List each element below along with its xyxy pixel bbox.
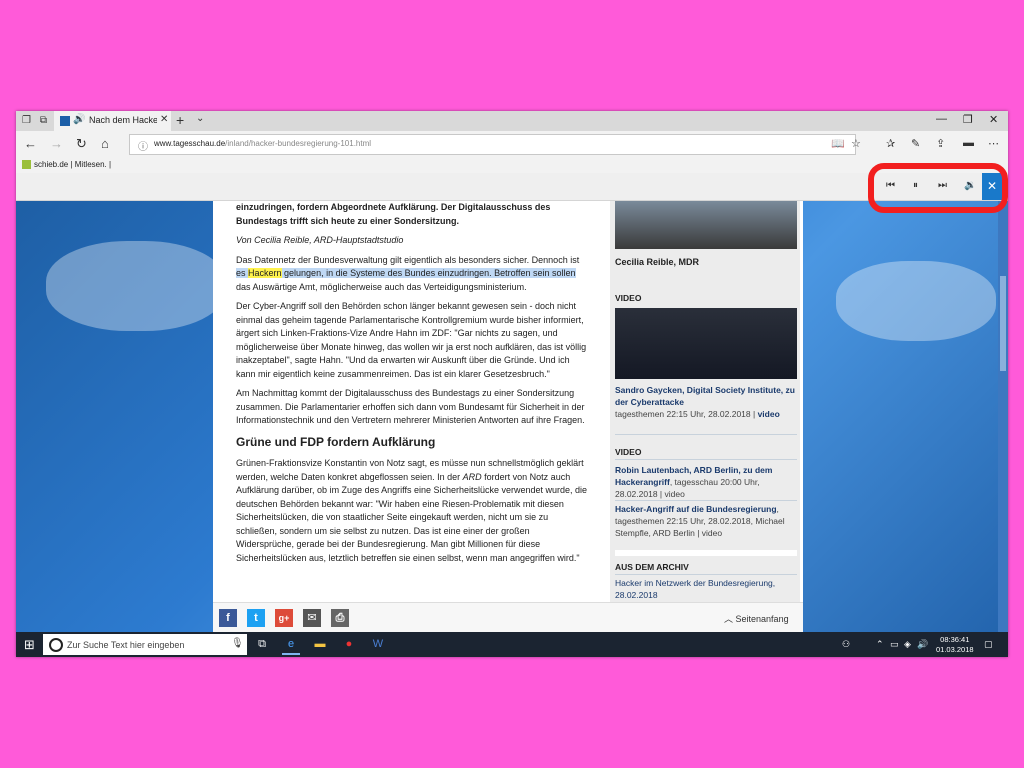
archive-link[interactable]: Hacker im Netzwerk der Bundesregierung, … (615, 577, 797, 601)
people-icon[interactable]: ⚇ (842, 639, 850, 650)
microphone-icon[interactable]: 🎙 (231, 638, 244, 649)
print-icon[interactable]: ⎙ (331, 609, 349, 627)
article-body: einzudringen, fordern Abgeordnete Aufklä… (236, 201, 588, 571)
back-to-top-link[interactable]: ︿ Seitenanfang (724, 612, 789, 625)
sidebar: Cecilia Reible, MDR VIDEO Sandro Gaycken… (610, 201, 800, 632)
twitter-icon[interactable]: t (247, 609, 265, 627)
schieb-favicon (22, 160, 31, 169)
paragraph: Grünen-Fraktionsvize Konstantin von Notz… (236, 458, 588, 563)
battery-icon[interactable]: ▭ (890, 639, 899, 650)
task-view-icon[interactable]: ⧉ (253, 636, 271, 653)
more-icon[interactable]: ⋯ (988, 137, 999, 150)
section-heading: Grüne und FDP fordern Aufklärung (236, 434, 436, 449)
close-tab-icon[interactable]: ✕ (160, 114, 168, 125)
current-word-highlight: Hackern (248, 268, 282, 278)
url-path: /inland/hacker-bundesregierung-101.html (225, 139, 372, 148)
scrollbar-thumb[interactable] (1000, 276, 1006, 371)
taskbar: ⊞ Zur Suche Text hier eingeben 🎙 ⧉ e ▬ ●… (16, 632, 1008, 657)
word-icon[interactable]: W (369, 636, 387, 653)
tab-title: Nach dem Hackera (89, 115, 157, 125)
notifications-icon[interactable]: ▢ (984, 639, 993, 650)
url-field[interactable]: ⓘ www.tagesschau.de/inland/hacker-bundes… (129, 134, 856, 155)
page-content: einzudringen, fordern Abgeordnete Aufklä… (16, 201, 1008, 632)
video-section-label: VIDEO (615, 293, 642, 303)
cortana-icon[interactable] (49, 638, 63, 652)
file-explorer-icon[interactable]: ▬ (311, 636, 329, 653)
home-icon[interactable]: ⌂ (101, 136, 109, 151)
clock[interactable]: 08:36:41 01.03.2018 (936, 635, 974, 655)
share-icon[interactable]: ⇪ (936, 137, 945, 150)
tab-active[interactable]: 🔊 Nach dem Hackera ✕ (54, 111, 171, 131)
paragraph: Am Nachmittag kommt der Digitalausschuss… (236, 388, 585, 425)
refresh-icon[interactable]: ↻ (76, 136, 87, 152)
maximize-icon[interactable]: ❐ (963, 113, 973, 126)
network-icon[interactable]: ◈ (904, 639, 911, 650)
favorite-star-icon[interactable]: ☆ (851, 137, 861, 150)
video-link[interactable]: Sandro Gaycken, Digital Society Institut… (615, 384, 797, 420)
tagesschau-favicon (60, 116, 70, 126)
archive-section-label: AUS DEM ARCHIV (615, 562, 689, 572)
set-aside-tabs-icon[interactable]: ⧉ (38, 115, 49, 126)
volume-icon[interactable]: 🔊 (917, 639, 928, 650)
paragraph: Der Cyber-Angriff soll den Behörden scho… (236, 301, 587, 379)
article-page: einzudringen, fordern Abgeordnete Aufklä… (213, 201, 803, 632)
facebook-icon[interactable]: f (219, 609, 237, 627)
minimize-icon[interactable]: — (936, 113, 947, 125)
tab-bar: ❐ ⧉ 🔊 Nach dem Hackera ✕ + ⌄ — ❐ ✕ (16, 111, 1008, 131)
taskbar-search[interactable]: Zur Suche Text hier eingeben 🎙 (43, 634, 247, 655)
share-bar: f t g+ ✉ ⎙ ︿ Seitenanfang (213, 602, 803, 632)
pen-icon[interactable]: ✎ (911, 137, 920, 150)
info-icon[interactable]: ⓘ (138, 138, 148, 153)
highlight-ring (868, 163, 1008, 213)
reading-view-icon[interactable]: 📖 (831, 137, 845, 150)
favorite-link[interactable]: schieb.de | Mitlesen. | (34, 160, 111, 169)
reporter-image[interactable] (615, 201, 797, 249)
favorites-bar: schieb.de | Mitlesen. | (16, 157, 1008, 173)
google-plus-icon[interactable]: g+ (275, 609, 293, 627)
app-icon[interactable]: ● (340, 636, 358, 653)
background-map (46, 241, 226, 331)
chevron-up-icon: ︿ (724, 614, 734, 624)
browser-window: ❐ ⧉ 🔊 Nach dem Hackera ✕ + ⌄ — ❐ ✕ ← → ↻… (16, 111, 1008, 657)
paragraph: Das Datennetz der Bundesverwaltung gilt … (236, 254, 580, 292)
article-author: Von Cecilia Reible, ARD-Hauptstadtstudio (236, 235, 404, 245)
windows-start-icon[interactable]: ⊞ (24, 637, 35, 653)
article-lead: einzudringen, fordern Abgeordnete Aufklä… (236, 202, 551, 226)
extensions-icon[interactable]: ▬ (963, 137, 974, 149)
current-sentence-highlight: gelungen, in die Systeme des Bundes einz… (281, 268, 576, 278)
background-map (836, 261, 996, 341)
forward-icon[interactable]: → (50, 136, 63, 151)
image-caption: Cecilia Reible, MDR (615, 257, 700, 267)
read-aloud-bar: ⏮ ⏸ ⏭ 🔉 ✕ (16, 173, 1008, 201)
video-thumbnail[interactable] (615, 308, 797, 379)
favorites-hub-icon[interactable]: ✰ (886, 137, 895, 150)
new-tab-icon[interactable]: + (176, 112, 184, 128)
tab-preview-icon[interactable]: ❐ (21, 115, 32, 126)
close-window-icon[interactable]: ✕ (989, 113, 998, 126)
search-placeholder: Zur Suche Text hier eingeben (67, 640, 185, 650)
address-bar: ← → ↻ ⌂ ⓘ www.tagesschau.de/inland/hacke… (16, 131, 1008, 157)
url-domain: www.tagesschau.de (154, 139, 226, 148)
scrollbar[interactable] (998, 201, 1008, 632)
back-icon[interactable]: ← (24, 136, 37, 151)
video-section-label: VIDEO (615, 447, 642, 457)
edge-icon[interactable]: e (282, 636, 300, 655)
chevron-down-icon[interactable]: ⌄ (196, 113, 204, 124)
email-icon[interactable]: ✉ (303, 609, 321, 627)
video-link[interactable]: Robin Lautenbach, ARD Berlin, zu dem Hac… (615, 464, 797, 500)
video-link[interactable]: Hacker-Angriff auf die Bundesregierung, … (615, 503, 797, 539)
tray-chevron-icon[interactable]: ⌃ (876, 639, 884, 650)
speaker-icon[interactable]: 🔊 (73, 114, 85, 125)
